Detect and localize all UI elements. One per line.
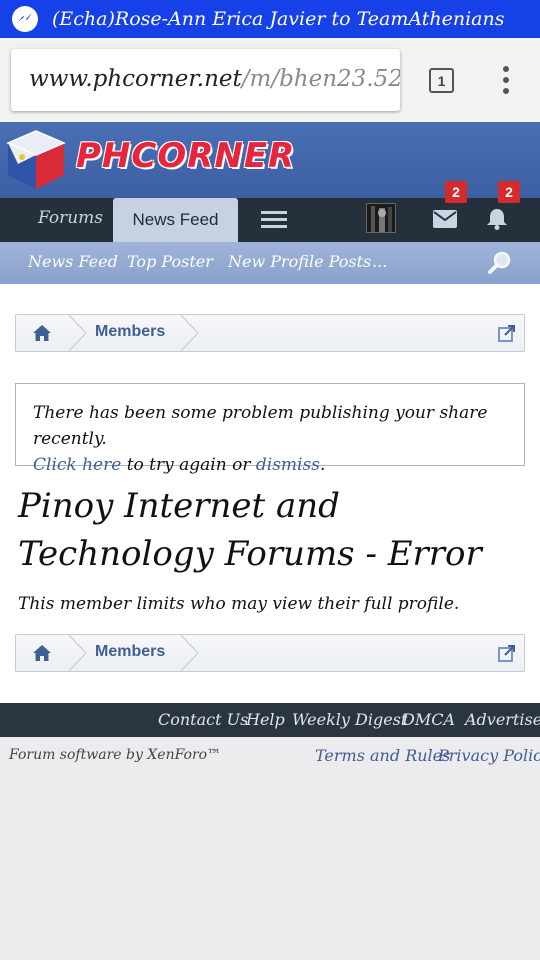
page-title: Pinoy Internet and Technology Forums - E… xyxy=(18,486,482,574)
breadcrumb-members[interactable]: Members xyxy=(95,323,165,341)
subnav-top-poster[interactable]: Top Poster xyxy=(127,252,213,271)
browser-toolbar: www.phcorner.net/m/bhen23.52 1 xyxy=(0,38,540,122)
footer-legal: Forum software by XenForo™ Terms and Rul… xyxy=(0,737,540,773)
breadcrumb-home[interactable] xyxy=(16,315,68,351)
tab-news-feed[interactable]: News Feed xyxy=(113,198,238,242)
tab-forums[interactable]: Forums xyxy=(38,208,103,228)
error-message: This member limits who may view their fu… xyxy=(18,594,460,614)
address-bar[interactable]: www.phcorner.net/m/bhen23.52 xyxy=(11,49,400,111)
inbox-count-badge: 2 xyxy=(445,181,467,203)
avatar[interactable] xyxy=(366,203,396,233)
notice-end-text: . xyxy=(319,455,326,475)
share-problem-notice: There has been some problem publishing y… xyxy=(15,383,525,475)
logo-cube-icon[interactable] xyxy=(6,129,66,195)
messenger-icon xyxy=(12,6,38,32)
click-here-link[interactable]: Click here xyxy=(33,455,121,475)
url-path: /m/bhen23.52 xyxy=(241,66,400,92)
footer-link-weekly-digest[interactable]: Weekly Digest xyxy=(292,710,407,729)
alerts-count-badge: 2 xyxy=(498,181,520,203)
breadcrumb-separator xyxy=(180,314,199,352)
notice-mid-text: to try again or xyxy=(121,455,256,475)
alerts-bell-icon[interactable] xyxy=(486,208,508,234)
footer-link-advertise[interactable]: Advertise xyxy=(465,710,540,729)
footer-link-contact-us[interactable]: Contact Us xyxy=(158,710,248,729)
subnav-more[interactable]: ... xyxy=(372,252,387,271)
footer-link-help[interactable]: Help xyxy=(246,710,285,729)
hamburger-menu-icon[interactable] xyxy=(261,211,287,232)
breadcrumb-bottom: Members xyxy=(15,634,525,672)
breadcrumb-separator xyxy=(68,314,87,352)
breadcrumb: Members xyxy=(15,314,525,352)
breadcrumb-separator xyxy=(68,634,87,672)
url-host: www.phcorner.net xyxy=(29,66,242,92)
url-text: www.phcorner.net/m/bhen23.52 xyxy=(29,66,400,92)
inbox-icon[interactable] xyxy=(433,210,457,232)
subnav-new-profile-posts[interactable]: New Profile Posts xyxy=(228,252,371,271)
overflow-menu-icon[interactable] xyxy=(500,66,512,96)
privacy-policy-link[interactable]: Privacy Policy xyxy=(438,746,540,765)
footer: Contact Us Help Weekly Digest DMCA Adver… xyxy=(0,703,540,737)
breadcrumb-members[interactable]: Members xyxy=(95,643,165,661)
notification-bar[interactable]: (Echa)Rose-Ann Erica Javier to TeamAthen… xyxy=(0,0,540,38)
notification-text: (Echa)Rose-Ann Erica Javier to TeamAthen… xyxy=(52,8,505,30)
dismiss-link[interactable]: dismiss xyxy=(256,455,320,475)
site-logo-text[interactable]: PHCORNER xyxy=(76,136,295,176)
search-icon[interactable] xyxy=(487,250,513,280)
subnav-news-feed[interactable]: News Feed xyxy=(28,252,118,271)
notice-line-2: Click here to try again or dismiss. xyxy=(33,452,507,478)
software-credit[interactable]: Forum software by XenForo™ xyxy=(9,747,221,763)
page: (Echa)Rose-Ann Erica Javier to TeamAthen… xyxy=(0,0,540,960)
terms-and-rules-link[interactable]: Terms and Rules xyxy=(315,746,450,765)
breadcrumb-home[interactable] xyxy=(16,635,68,671)
jump-link-icon[interactable] xyxy=(498,324,516,346)
notice-line-1: There has been some problem publishing y… xyxy=(33,403,488,449)
tab-switcher-button[interactable]: 1 xyxy=(429,68,454,93)
jump-link-icon[interactable] xyxy=(498,644,516,666)
breadcrumb-separator xyxy=(180,634,199,672)
main-navbar: Forums News Feed 2 2 xyxy=(0,181,540,242)
sub-navbar: News Feed Top Poster New Profile Posts .… xyxy=(0,242,540,284)
footer-link-dmca[interactable]: DMCA xyxy=(402,710,455,729)
